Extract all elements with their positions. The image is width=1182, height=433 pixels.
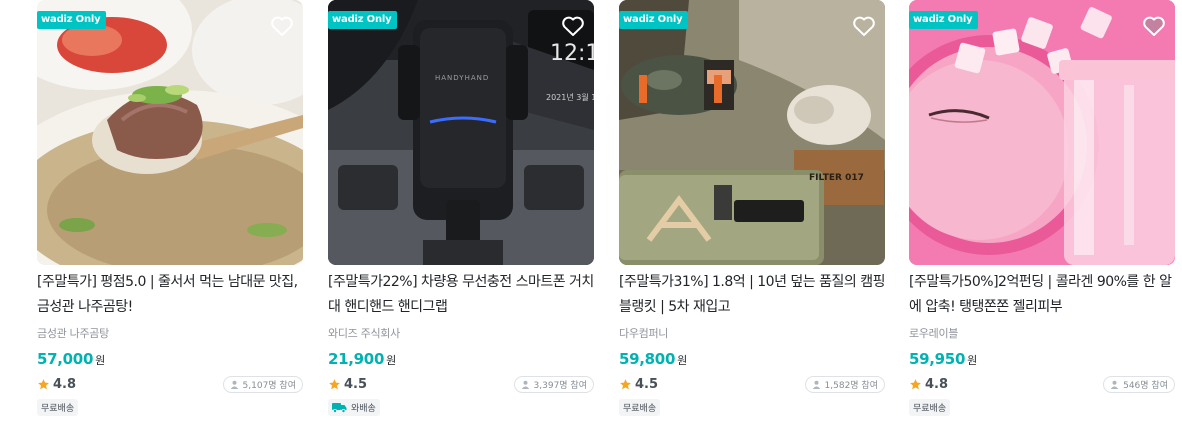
heart-icon[interactable] <box>270 15 294 37</box>
person-icon <box>1110 380 1119 389</box>
participants-count: 5,107명 참여 <box>242 380 296 391</box>
star-icon <box>620 378 631 389</box>
shipping-tag: 무료배송 <box>37 399 79 416</box>
wa-delivery-tag: 와배송 <box>328 399 380 416</box>
box-label: FILTER 017 <box>809 173 864 183</box>
rating-value: 4.8 <box>53 376 77 392</box>
camping-blanket-photo: FILTER 017 <box>619 0 885 265</box>
shipping-tag: 무료배송 <box>619 399 661 416</box>
star-icon <box>38 378 49 389</box>
star-icon <box>910 378 921 389</box>
product-image[interactable]: wadiz Only <box>909 0 1175 265</box>
product-price: 59,950 <box>909 350 966 368</box>
product-card[interactable]: FILTER 017 wadiz Only [주말특가31%] 1.8억 | 1… <box>619 0 885 420</box>
maker-name: 로우레이블 <box>909 327 959 340</box>
product-price: 59,800 <box>619 350 676 368</box>
shipping-tag-label: 무료배송 <box>623 404 657 414</box>
product-price: 21,900 <box>328 350 385 368</box>
product-title[interactable]: [주말특가] 평점5.0 | 줄서서 먹는 남대문 맛집,금성관 나주곰탕! <box>37 270 303 320</box>
price-currency: 원 <box>967 354 978 367</box>
rating-value: 4.5 <box>344 376 368 392</box>
participants-count: 1,582명 참여 <box>824 380 878 391</box>
product-card[interactable]: HANDYHAND 12:1 2021년 3월 1 wadiz Only [주말… <box>328 0 594 420</box>
person-icon <box>812 380 820 389</box>
shipping-tag-label: 무료배송 <box>913 404 947 414</box>
shipping-tag-label: 무료배송 <box>41 404 75 414</box>
gomtang-photo <box>37 0 303 265</box>
person-icon <box>230 380 238 389</box>
phone-clock: 12:1 <box>550 41 594 66</box>
product-price: 57,000 <box>37 350 94 368</box>
person-icon <box>521 380 529 389</box>
wadiz-only-badge: wadiz Only <box>619 11 689 29</box>
brand-label: HANDYHAND <box>435 74 489 82</box>
wadiz-only-badge: wadiz Only <box>328 11 398 29</box>
heart-icon[interactable] <box>1142 15 1166 37</box>
product-title[interactable]: [주말특가50%]2억펀딩 | 콜라겐 90%를 한 알에 압축! 탱탱쫀쫀 젤… <box>909 270 1175 320</box>
participants-count: 546명 참여 <box>1123 380 1168 391</box>
wadiz-only-badge: wadiz Only <box>909 11 979 29</box>
wadiz-only-badge: wadiz Only <box>37 11 107 29</box>
price-currency: 원 <box>386 354 397 367</box>
price-currency: 원 <box>677 354 688 367</box>
participants-badge: 5,107명 참여 <box>222 375 303 393</box>
shipping-tag-label: 와배송 <box>351 404 376 414</box>
heart-icon[interactable] <box>852 15 876 37</box>
rating-value: 4.8 <box>925 376 949 392</box>
maker-name: 다우컴퍼니 <box>619 327 669 340</box>
participants-badge: 1,582명 참여 <box>804 375 885 393</box>
product-card[interactable]: wadiz Only [주말특가50%]2억펀딩 | 콜라겐 90%를 한 알에… <box>909 0 1175 420</box>
product-image[interactable]: wadiz Only <box>37 0 303 265</box>
truck-icon <box>332 403 347 413</box>
product-image[interactable]: HANDYHAND 12:1 2021년 3월 1 wadiz Only <box>328 0 594 265</box>
maker-name: 와디즈 주식회사 <box>328 327 400 340</box>
participants-badge: 546명 참여 <box>1103 375 1175 393</box>
heart-icon[interactable] <box>561 15 585 37</box>
participants-badge: 3,397명 참여 <box>513 375 594 393</box>
car-holder-photo: HANDYHAND 12:1 2021년 3월 1 <box>328 0 594 265</box>
maker-name: 금성관 나주곰탕 <box>37 327 109 340</box>
product-image[interactable]: FILTER 017 wadiz Only <box>619 0 885 265</box>
rating-value: 4.5 <box>635 376 659 392</box>
phone-date: 2021년 3월 1 <box>546 92 594 102</box>
collagen-photo <box>909 0 1175 265</box>
price-currency: 원 <box>95 354 106 367</box>
shipping-tag: 무료배송 <box>909 399 951 416</box>
product-card[interactable]: wadiz Only [주말특가] 평점5.0 | 줄서서 먹는 남대문 맛집,… <box>37 0 303 420</box>
product-title[interactable]: [주말특가31%] 1.8억 | 10년 덮는 품질의 캠핑 블랭킷 | 5차 … <box>619 270 885 320</box>
star-icon <box>329 378 340 389</box>
product-title[interactable]: [주말특가22%] 차량용 무선충전 스마트폰 거치대 핸디핸드 핸디그랩 <box>328 270 594 320</box>
participants-count: 3,397명 참여 <box>533 380 587 391</box>
